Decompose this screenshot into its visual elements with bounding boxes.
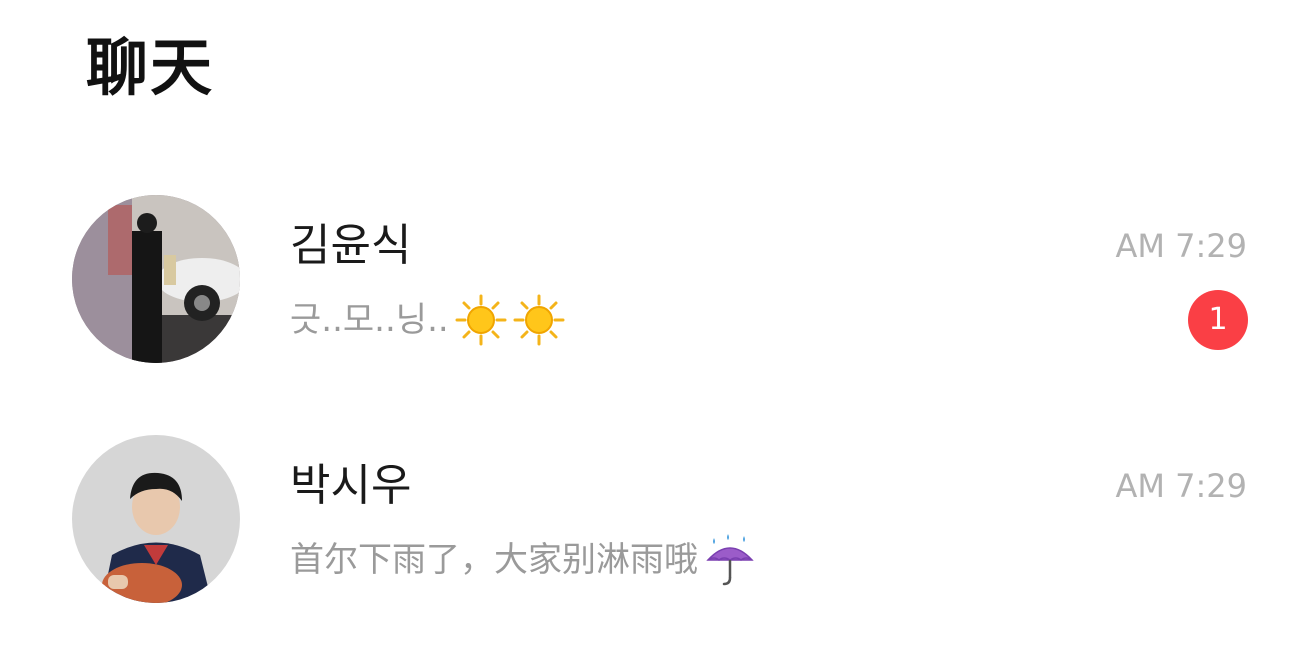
page-title: 聊天: [86, 31, 215, 104]
sun-icon: [513, 294, 565, 346]
unread-badge: 1: [1188, 290, 1248, 350]
message-time: AM 7:29: [1115, 227, 1247, 265]
contact-name: 김윤식: [290, 220, 412, 271]
chat-list-item[interactable]: 박시우 AM 7:29 首尔下雨了，大家别淋雨哦: [0, 430, 1305, 610]
message-preview: 首尔下雨了，大家别淋雨哦: [290, 534, 756, 586]
message-preview-text: 首尔下雨了，大家别淋雨哦: [290, 540, 698, 580]
umbrella-rain-icon: [704, 534, 756, 586]
message-preview: 긋..모..닝..: [290, 294, 565, 346]
sun-icon: [455, 294, 507, 346]
message-preview-text: 긋..모..닝..: [290, 300, 449, 340]
message-time: AM 7:29: [1115, 467, 1247, 505]
avatar[interactable]: [72, 195, 240, 363]
chat-list-item[interactable]: 김윤식 AM 7:29 긋..모..닝.. 1: [0, 190, 1305, 370]
avatar[interactable]: [72, 435, 240, 603]
contact-name: 박시우: [290, 460, 412, 511]
